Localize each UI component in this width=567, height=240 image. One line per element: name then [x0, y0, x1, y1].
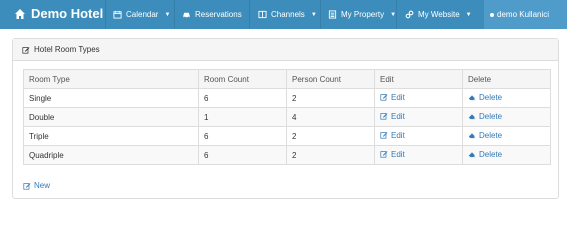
user-name: demo Kullanici [497, 10, 550, 19]
delete-link[interactable]: Delete [468, 93, 502, 102]
table-row: Quadriple 6 2 Edit Delete [23, 145, 551, 165]
column-header-person-count: Person Count [286, 69, 375, 89]
nav-my-website-label: My Website [418, 10, 460, 19]
car-icon [183, 12, 190, 19]
nav-divider [396, 0, 397, 29]
new-room-type-link[interactable]: New [23, 181, 50, 190]
table-row: Double 1 4 Edit Delete [23, 107, 551, 127]
nav-my-website[interactable]: My Website ▼ [400, 0, 477, 29]
table-header-row: Room Type Room Count Person Count Edit D… [23, 69, 551, 89]
delete-link[interactable]: Delete [468, 131, 502, 140]
link-icon [405, 10, 414, 19]
edit-label: Edit [391, 92, 405, 102]
room-count-cell: 6 [198, 126, 287, 146]
delete-label: Delete [479, 92, 503, 102]
person-count-cell: 2 [286, 145, 375, 165]
edit-icon [380, 151, 388, 158]
nav-divider [249, 0, 250, 29]
edit-icon [380, 94, 388, 101]
edit-label: Edit [391, 130, 405, 140]
room-count-cell: 6 [198, 88, 287, 108]
column-header-room-type: Room Type [23, 69, 199, 89]
room-type-cell: Quadriple [23, 145, 199, 165]
top-navbar: Demo Hotel Calendar ▼ Reservations Chann… [0, 0, 567, 29]
nav-divider [105, 0, 106, 29]
edit-icon [22, 46, 30, 54]
column-header-edit: Edit [374, 69, 463, 89]
chevron-down-icon: ▼ [164, 11, 171, 18]
edit-icon [380, 113, 388, 120]
brand-link[interactable]: Demo Hotel [14, 6, 103, 21]
user-status-icon [490, 12, 494, 17]
edit-link[interactable]: Edit [380, 112, 405, 121]
column-header-room-count: Room Count [198, 69, 287, 89]
delete-link[interactable]: Delete [468, 150, 502, 159]
panel-title: Hotel Room Types [34, 45, 100, 54]
room-type-cell: Double [23, 107, 199, 127]
edit-link[interactable]: Edit [380, 93, 405, 102]
user-menu[interactable]: demo Kullanici [484, 0, 567, 29]
delete-label: Delete [479, 149, 503, 159]
column-header-delete: Delete [462, 69, 551, 89]
person-count-cell: 2 [286, 126, 375, 146]
room-type-cell: Triple [23, 126, 199, 146]
edit-icon [380, 132, 388, 139]
home-icon [15, 8, 25, 19]
person-count-cell: 4 [286, 107, 375, 127]
nav-reservations[interactable]: Reservations [177, 0, 247, 29]
edit-link[interactable]: Edit [380, 131, 405, 140]
nav-calendar[interactable]: Calendar ▼ [108, 0, 175, 29]
room-types-panel: Hotel Room Types Room Type Room Count Pe… [12, 38, 559, 199]
eraser-icon [468, 95, 476, 101]
edit-label: Edit [391, 111, 405, 121]
delete-label: Delete [479, 111, 503, 121]
chevron-down-icon: ▼ [310, 11, 317, 18]
window-icon [258, 10, 267, 19]
table-row: Triple 6 2 Edit Delete [23, 126, 551, 146]
delete-link[interactable]: Delete [468, 112, 502, 121]
eraser-icon [468, 133, 476, 139]
room-count-cell: 6 [198, 145, 287, 165]
chevron-down-icon: ▼ [465, 11, 472, 18]
nav-channels[interactable]: Channels ▼ [253, 0, 322, 29]
room-type-cell: Single [23, 88, 199, 108]
new-label: New [34, 181, 51, 190]
delete-label: Delete [479, 130, 503, 140]
brand-title: Demo Hotel [31, 6, 104, 21]
nav-my-property-label: My Property [341, 10, 385, 19]
calendar-icon [113, 10, 122, 19]
room-count-cell: 1 [198, 107, 287, 127]
edit-link[interactable]: Edit [380, 150, 405, 159]
edit-label: Edit [391, 149, 405, 159]
nav-reservations-label: Reservations [195, 10, 242, 19]
list-icon [328, 10, 337, 19]
edit-icon [23, 182, 31, 190]
eraser-icon [468, 114, 476, 120]
table-row: Single 6 2 Edit Delete [23, 88, 551, 108]
nav-divider [320, 0, 321, 29]
person-count-cell: 2 [286, 88, 375, 108]
room-types-table: Room Type Room Count Person Count Edit D… [23, 69, 551, 165]
panel-heading: Hotel Room Types [13, 39, 558, 61]
nav-divider [174, 0, 175, 29]
eraser-icon [468, 152, 476, 158]
nav-channels-label: Channels [271, 10, 305, 19]
nav-my-property[interactable]: My Property ▼ [323, 0, 401, 29]
nav-calendar-label: Calendar [126, 10, 159, 19]
